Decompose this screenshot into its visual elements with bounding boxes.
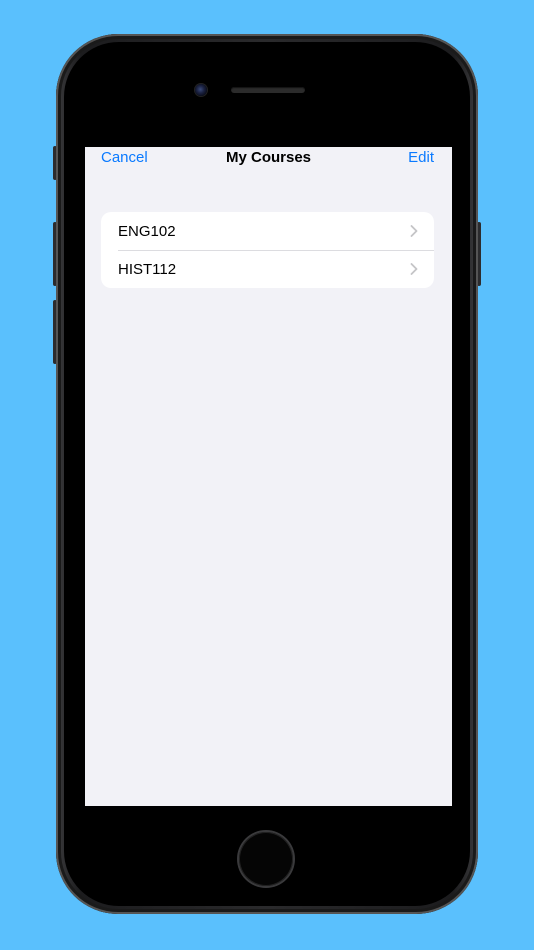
edit-button[interactable]: Edit (408, 149, 434, 166)
navigation-bar: Cancel My Courses Edit (85, 147, 452, 167)
stage: Cancel My Courses Edit ENG102 HIST112 (0, 0, 534, 950)
chevron-right-icon (410, 263, 418, 275)
list-item-hist112[interactable]: HIST112 (101, 250, 434, 288)
front-camera (195, 84, 207, 96)
earpiece-speaker (231, 87, 305, 93)
list-item-eng102[interactable]: ENG102 (101, 212, 434, 250)
page-title: My Courses (225, 149, 312, 166)
app-screen: Cancel My Courses Edit ENG102 HIST112 (85, 147, 452, 806)
list-item-label: HIST112 (118, 260, 177, 278)
home-button[interactable] (239, 832, 293, 886)
course-list: ENG102 HIST112 (101, 212, 434, 288)
chevron-right-icon (410, 225, 418, 237)
list-item-label: ENG102 (118, 222, 176, 240)
